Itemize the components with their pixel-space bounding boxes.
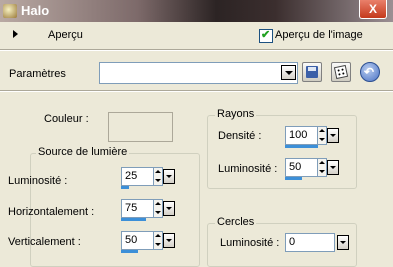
circles-brightness-label: Luminosité :: [220, 237, 280, 249]
window-title: Halo: [21, 3, 50, 18]
rays-brightness-spinner[interactable]: 50: [285, 158, 339, 180]
divider: [0, 91, 393, 92]
chevron-down-icon[interactable]: [163, 233, 175, 248]
chevron-down-icon[interactable]: [327, 160, 339, 175]
light-brightness-slider[interactable]: [121, 186, 129, 189]
rays-brightness-slider[interactable]: [285, 177, 302, 180]
horizontal-spinner[interactable]: 75: [121, 199, 175, 221]
vertical-label: Verticalement :: [8, 236, 81, 248]
horizontal-slider[interactable]: [121, 218, 146, 221]
color-label: Couleur :: [44, 113, 89, 125]
rays-group: [207, 115, 357, 189]
horizontal-label: Horizontalement :: [8, 206, 95, 218]
circles-title: Cercles: [215, 216, 257, 228]
chevron-down-icon[interactable]: [163, 169, 175, 184]
params-label: Paramètres: [9, 68, 66, 80]
spin-arrows-icon[interactable]: [318, 126, 327, 145]
floppy-icon: [306, 66, 318, 78]
density-label: Densité :: [218, 130, 262, 142]
vertical-spinner[interactable]: 50: [121, 231, 175, 253]
undo-arrow-icon: ↶: [364, 65, 375, 79]
chevron-down-icon[interactable]: [327, 128, 339, 143]
rays-brightness-input[interactable]: 50: [285, 158, 318, 177]
chevron-down-icon[interactable]: [281, 65, 296, 80]
spin-arrows-icon[interactable]: [318, 158, 327, 177]
color-swatch[interactable]: [108, 112, 173, 142]
preview-label[interactable]: Aperçu: [48, 29, 83, 41]
dice-icon: [333, 64, 349, 80]
save-preset-button[interactable]: [302, 62, 322, 82]
divider: [0, 50, 393, 51]
density-spinner[interactable]: 100: [285, 126, 339, 148]
rays-brightness-label: Luminosité :: [218, 163, 278, 175]
expand-arrow-icon[interactable]: [13, 30, 18, 38]
reset-button[interactable]: ↶: [360, 62, 380, 82]
rays-title: Rayons: [215, 108, 257, 120]
spin-arrows-icon[interactable]: [154, 167, 163, 186]
density-input[interactable]: 100: [285, 126, 318, 145]
horizontal-input[interactable]: 75: [121, 199, 154, 218]
random-button[interactable]: [331, 62, 351, 82]
circles-brightness-spinner[interactable]: 0: [285, 233, 349, 252]
title-bar: Halo X: [0, 0, 393, 22]
checkmark-icon: ✔: [261, 29, 271, 41]
image-preview-checkbox[interactable]: ✔: [259, 29, 273, 43]
light-source-title: Source de lumière: [36, 146, 130, 158]
vertical-input[interactable]: 50: [121, 231, 154, 250]
circles-brightness-input[interactable]: 0: [285, 233, 335, 252]
preset-combo[interactable]: [99, 62, 298, 84]
close-button[interactable]: X: [359, 0, 387, 19]
spin-arrows-icon[interactable]: [154, 199, 163, 218]
image-preview-label[interactable]: Aperçu de l'image: [275, 29, 363, 41]
light-brightness-spinner[interactable]: 25: [121, 167, 175, 189]
spin-arrows-icon[interactable]: [154, 231, 163, 250]
light-brightness-input[interactable]: 25: [121, 167, 154, 186]
density-slider[interactable]: [285, 145, 318, 148]
chevron-down-icon[interactable]: [337, 235, 349, 250]
vertical-slider[interactable]: [121, 250, 138, 253]
chevron-down-icon[interactable]: [163, 201, 175, 216]
light-brightness-label: Luminosité :: [8, 175, 68, 187]
app-icon: [3, 4, 17, 18]
